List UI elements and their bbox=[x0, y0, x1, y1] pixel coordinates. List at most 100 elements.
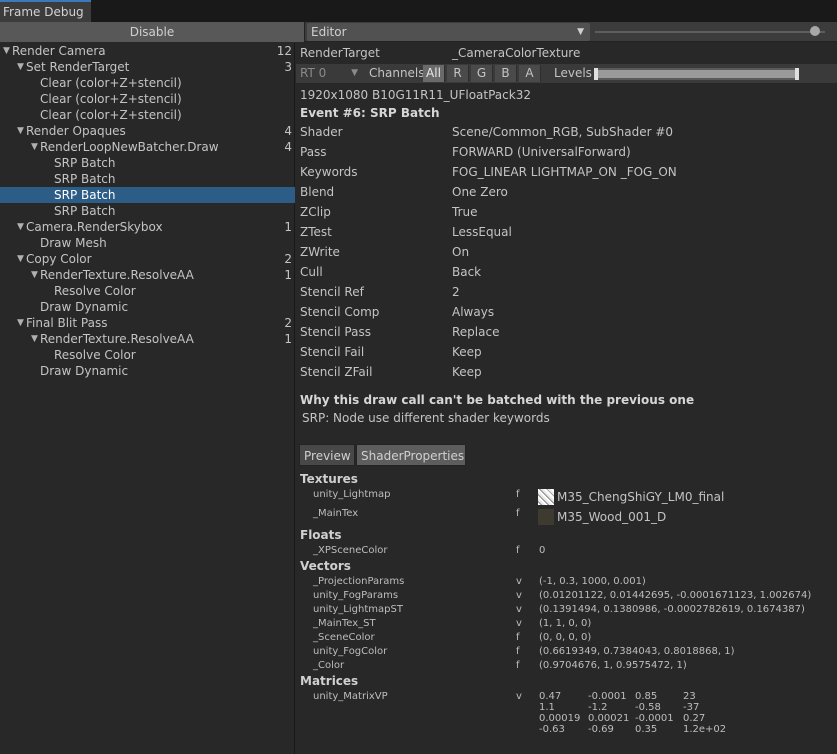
tree-item-label: Draw Dynamic bbox=[40, 364, 129, 378]
expand-arrow-icon[interactable]: ▼ bbox=[31, 331, 38, 347]
tree-item-label: Clear (color+Z+stencil) bbox=[40, 92, 182, 106]
matrix-name: unity_MatrixVP bbox=[313, 691, 388, 702]
tree-item-label: Draw Mesh bbox=[40, 236, 107, 250]
channel-all-button[interactable]: All bbox=[423, 65, 445, 82]
matrix-cell: 0.47 bbox=[539, 691, 562, 702]
event-slider-track[interactable] bbox=[595, 31, 825, 33]
tree-item-count: 12 bbox=[276, 44, 292, 58]
tree-item-count: 3 bbox=[284, 60, 292, 74]
property-label: Stencil ZFail bbox=[300, 365, 373, 379]
tree-item-count: 1 bbox=[284, 268, 292, 282]
tree-item-label: RenderLoopNewBatcher.Draw bbox=[40, 140, 219, 154]
vector-value: (0.01201122, 0.01442695, -0.0001671123, … bbox=[539, 590, 812, 601]
vector-value: (1, 1, 0, 0) bbox=[539, 618, 592, 629]
expand-arrow-icon[interactable]: ▼ bbox=[17, 315, 24, 331]
event-detail-panel: RenderTarget _CameraColorTexture RT 0 ▼ … bbox=[296, 43, 837, 754]
matrix-cell: 1.2e+02 bbox=[683, 724, 727, 735]
tree-item-count: 2 bbox=[284, 316, 292, 330]
matrix-cell: -0.0001 bbox=[635, 713, 674, 724]
tree-item-label: Render Camera bbox=[12, 44, 106, 58]
expand-arrow-icon[interactable]: ▼ bbox=[17, 219, 24, 235]
expand-arrow-icon[interactable]: ▼ bbox=[17, 251, 24, 267]
tree-item-label: RenderTexture.ResolveAA bbox=[40, 268, 194, 282]
tree-item[interactable]: Clear (color+Z+stencil) bbox=[0, 91, 295, 107]
property-label: Stencil Pass bbox=[300, 325, 371, 339]
expand-arrow-icon[interactable]: ▼ bbox=[17, 123, 24, 139]
tree-item[interactable]: ▼ Copy Color 2 bbox=[0, 251, 295, 267]
tree-item[interactable]: ▼ Render Camera 12 bbox=[0, 43, 295, 59]
matrix-cell: -0.69 bbox=[588, 724, 614, 735]
property-value: Back bbox=[452, 265, 482, 279]
levels-slider[interactable] bbox=[594, 68, 799, 80]
tree-item[interactable]: ▼ Set RenderTarget 3 bbox=[0, 59, 295, 75]
render-target-label: RenderTarget bbox=[300, 46, 380, 60]
expand-arrow-icon[interactable]: ▼ bbox=[31, 267, 38, 283]
vector-type: v bbox=[516, 618, 522, 629]
matrix-cell: 0.00021 bbox=[588, 713, 630, 724]
vector-type: f bbox=[516, 660, 520, 671]
matrix-cell: 0.00019 bbox=[539, 713, 581, 724]
floats-heading: Floats bbox=[300, 528, 342, 542]
property-value: 2 bbox=[452, 285, 460, 299]
vector-type: v bbox=[516, 604, 522, 615]
tree-item[interactable]: SRP Batch bbox=[0, 155, 295, 171]
tree-item[interactable]: ▼ Render Opaques 4 bbox=[0, 123, 295, 139]
tree-item[interactable]: Draw Dynamic bbox=[0, 363, 295, 379]
tree-item[interactable]: ▼ RenderTexture.ResolveAA 1 bbox=[0, 331, 295, 347]
expand-arrow-icon[interactable]: ▼ bbox=[31, 139, 38, 155]
target-dropdown[interactable]: Editor ▼ bbox=[307, 23, 590, 41]
vector-name: _MainTex_ST bbox=[313, 618, 376, 629]
rt-dropdown[interactable]: RT 0 ▼ bbox=[298, 65, 362, 82]
event-tree: ▼ Render Camera 12 ▼ Set RenderTarget 3 Clear … bbox=[0, 43, 295, 754]
tree-item[interactable]: SRP Batch bbox=[0, 203, 295, 219]
matrix-cell: -0.63 bbox=[539, 724, 565, 735]
tab-shader-properties[interactable]: ShaderProperties bbox=[356, 444, 466, 466]
tab-frame-debug[interactable]: Frame Debug bbox=[0, 0, 91, 22]
property-label: Shader bbox=[300, 125, 343, 139]
channel-a-button[interactable]: A bbox=[519, 65, 541, 82]
channel-b-button[interactable]: B bbox=[495, 65, 517, 82]
property-label: Pass bbox=[300, 145, 327, 159]
matrix-cell: 1.1 bbox=[539, 702, 555, 713]
expand-arrow-icon[interactable]: ▼ bbox=[17, 59, 24, 75]
tree-item-label: Clear (color+Z+stencil) bbox=[40, 108, 182, 122]
texture-thumbnail bbox=[538, 509, 554, 525]
tree-item[interactable]: SRP Batch bbox=[0, 187, 295, 203]
tree-item[interactable]: Clear (color+Z+stencil) bbox=[0, 107, 295, 123]
batch-break-reason: SRP: Node use different shader keywords bbox=[302, 411, 550, 425]
tree-item[interactable]: Resolve Color bbox=[0, 347, 295, 363]
vector-value: (0.1391494, 0.1380986, -0.0002782619, 0.… bbox=[539, 604, 805, 615]
tree-item[interactable]: Resolve Color bbox=[0, 283, 295, 299]
batch-break-heading: Why this draw call can't be batched with… bbox=[300, 393, 695, 407]
tree-item[interactable]: SRP Batch bbox=[0, 171, 295, 187]
expand-arrow-icon[interactable]: ▼ bbox=[3, 43, 10, 59]
render-target-format: 1920x1080 B10G11R11_UFloatPack32 bbox=[300, 88, 531, 102]
tree-item[interactable]: Draw Dynamic bbox=[0, 299, 295, 315]
event-slider-thumb[interactable] bbox=[810, 26, 820, 36]
tree-item-count: 4 bbox=[284, 140, 292, 154]
vector-value: (0, 0, 0, 0) bbox=[539, 632, 592, 643]
tree-item-label: SRP Batch bbox=[54, 204, 116, 218]
tab-preview[interactable]: Preview bbox=[299, 444, 355, 466]
tree-item[interactable]: Clear (color+Z+stencil) bbox=[0, 75, 295, 91]
tree-item-label: Final Blit Pass bbox=[26, 316, 108, 330]
tree-item[interactable]: ▼ Final Blit Pass 2 bbox=[0, 315, 295, 331]
tree-item[interactable]: Draw Mesh bbox=[0, 235, 295, 251]
tree-item[interactable]: ▼ RenderLoopNewBatcher.Draw 4 bbox=[0, 139, 295, 155]
tree-item-label: SRP Batch bbox=[54, 156, 116, 170]
property-label: ZWrite bbox=[300, 245, 340, 259]
tree-item-label: SRP Batch bbox=[54, 188, 116, 202]
property-value: Always bbox=[452, 305, 495, 319]
matrix-cell: -0.0001 bbox=[588, 691, 627, 702]
disable-button[interactable]: Disable bbox=[0, 22, 305, 42]
tree-item-label: RenderTexture.ResolveAA bbox=[40, 332, 194, 346]
float-value: 0 bbox=[539, 545, 546, 556]
channel-r-button[interactable]: R bbox=[447, 65, 469, 82]
texture-value: M35_ChengShiGY_LM0_final bbox=[557, 490, 725, 504]
channel-g-button[interactable]: G bbox=[471, 65, 493, 82]
texture-value: M35_Wood_001_D bbox=[557, 510, 667, 524]
display-controls: RT 0 ▼ Channels All R G B A Levels bbox=[296, 64, 837, 83]
tree-item[interactable]: ▼ Camera.RenderSkybox 1 bbox=[0, 219, 295, 235]
matrix-cell: 0.35 bbox=[635, 724, 658, 735]
tree-item[interactable]: ▼ RenderTexture.ResolveAA 1 bbox=[0, 267, 295, 283]
